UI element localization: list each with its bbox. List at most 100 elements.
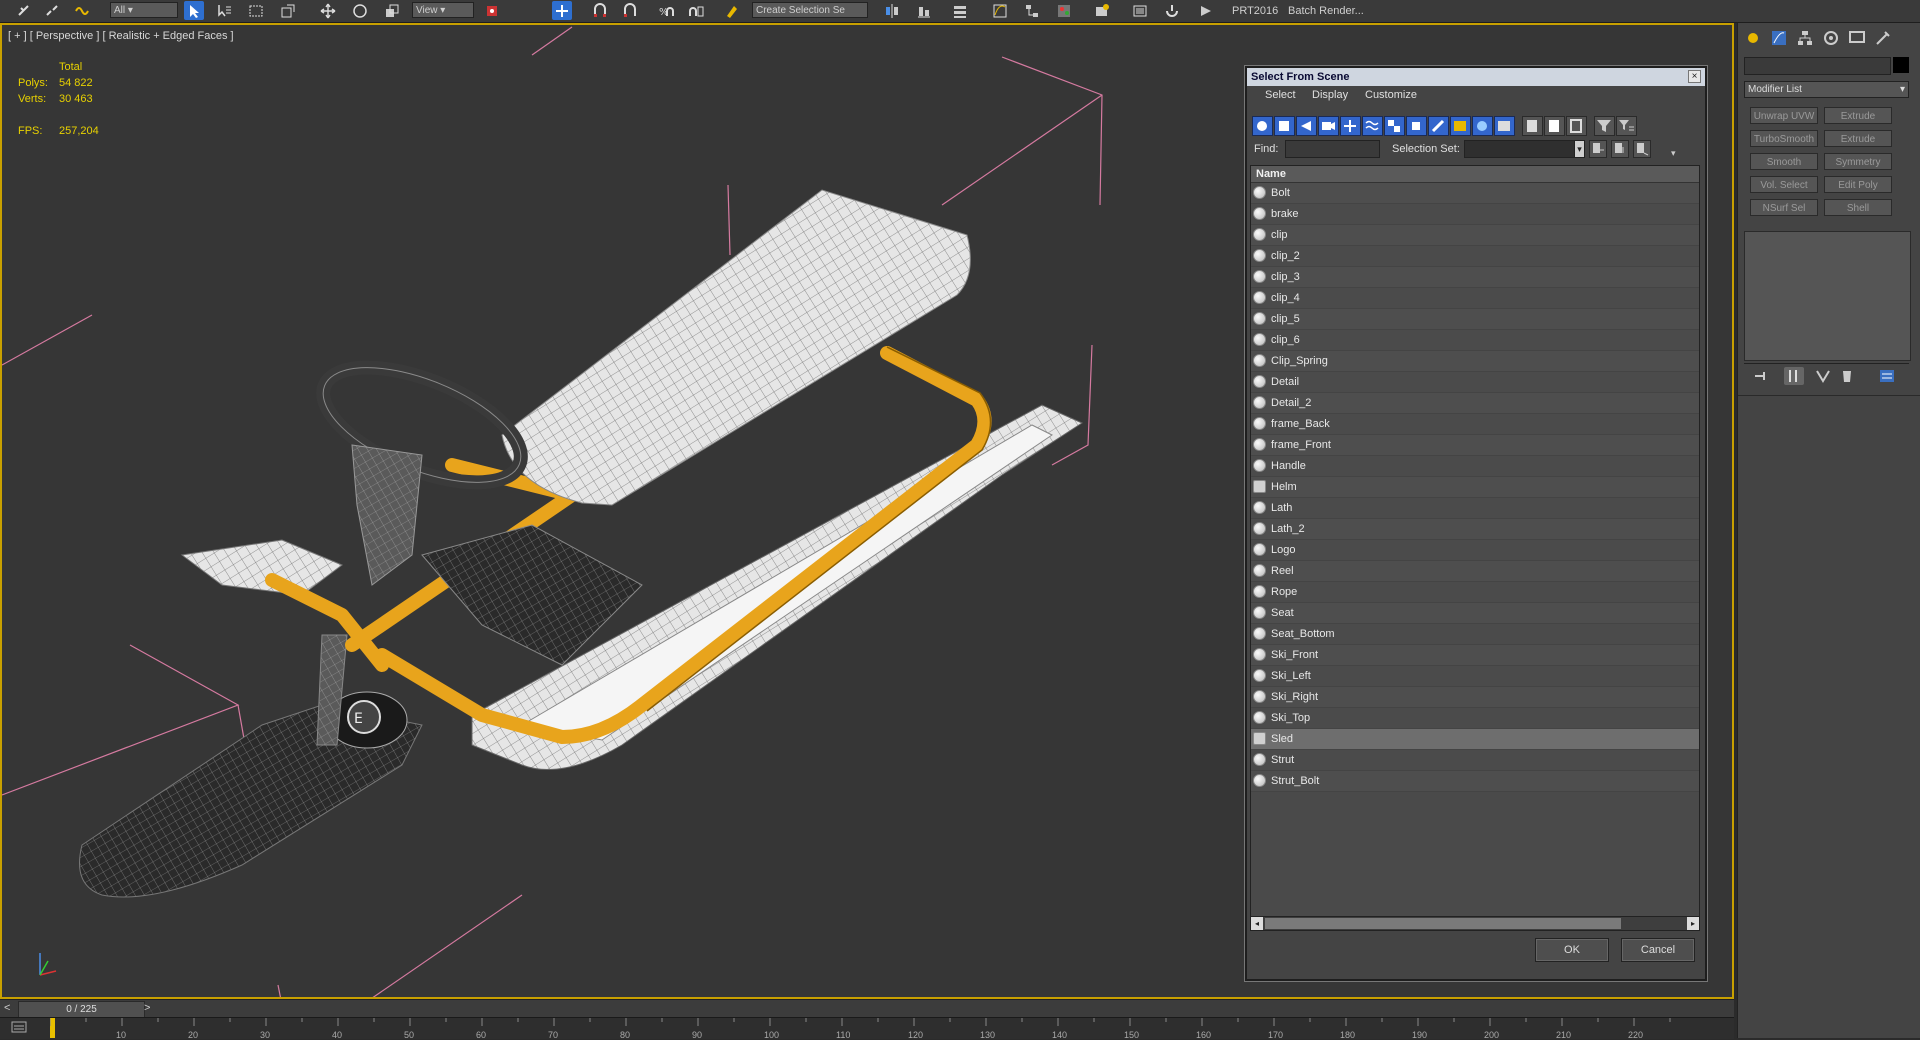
object-name-field[interactable] (1744, 57, 1891, 75)
rotate-icon[interactable] (350, 1, 370, 20)
schematic-view-icon[interactable] (1022, 1, 1042, 20)
list-item[interactable]: clip_4 (1251, 288, 1699, 309)
display-tab-icon[interactable] (1848, 29, 1868, 47)
time-next-button[interactable]: > (144, 1002, 150, 1014)
modifier-shell-button[interactable]: Shell (1824, 199, 1892, 216)
angle-snap-icon[interactable] (620, 1, 640, 20)
modifier-extrude-button[interactable]: Extrude (1824, 107, 1892, 124)
material-editor-icon[interactable] (1054, 1, 1074, 20)
modifier-smooth-button[interactable]: Smooth (1750, 153, 1818, 170)
list-item[interactable]: Clip_Spring (1251, 351, 1699, 372)
hierarchy-tab-icon[interactable] (1796, 29, 1816, 47)
utilities-tab-icon[interactable] (1874, 29, 1894, 47)
display-influences-icon[interactable] (1611, 140, 1629, 158)
ok-button[interactable]: OK (1535, 938, 1609, 962)
selection-set-combo[interactable] (1464, 140, 1580, 158)
list-item[interactable]: Lath_2 (1251, 519, 1699, 540)
batch-render-button[interactable]: Batch Render... (1284, 3, 1368, 19)
renderer-label[interactable]: PRT2016 (1228, 3, 1282, 19)
list-item[interactable]: frame_Back (1251, 414, 1699, 435)
list-item[interactable]: Rope (1251, 582, 1699, 603)
unlink-icon[interactable] (42, 1, 62, 20)
window-crossing-icon[interactable] (278, 1, 298, 20)
make-unique-icon[interactable] (1814, 367, 1834, 385)
mini-curve-editor-icon[interactable] (10, 1020, 30, 1034)
list-item[interactable]: Strut_Bolt (1251, 771, 1699, 792)
display-children-icon[interactable] (1589, 140, 1607, 158)
scale-icon[interactable] (382, 1, 402, 20)
filter-lights-icon[interactable] (1296, 116, 1317, 136)
link-icon[interactable] (14, 1, 34, 20)
cancel-button[interactable]: Cancel (1621, 938, 1695, 962)
filter-cameras-icon[interactable] (1318, 116, 1339, 136)
frame-counter[interactable]: 0 / 225 (18, 1001, 145, 1018)
list-item[interactable]: clip (1251, 225, 1699, 246)
percent-snap-icon[interactable]: % (656, 1, 676, 20)
list-item[interactable]: Helm (1251, 477, 1699, 498)
menu-select[interactable]: Select (1265, 89, 1296, 101)
render-production-icon[interactable] (1162, 1, 1182, 20)
column-header-name[interactable]: Name (1251, 166, 1699, 183)
filter-hidden-icon[interactable] (1494, 116, 1515, 136)
filter-frozen-icon[interactable] (1472, 116, 1493, 136)
dialog-close-button[interactable]: × (1688, 70, 1701, 83)
edit-named-selection-icon[interactable] (722, 1, 742, 20)
modifier-stack-list[interactable] (1744, 231, 1911, 361)
filter-funnel-icon[interactable] (1594, 116, 1615, 136)
layer-manager-icon[interactable] (950, 1, 970, 20)
bind-space-warp-icon[interactable] (72, 1, 92, 20)
named-selection-combo[interactable]: Create Selection Se (752, 2, 868, 18)
spinner-snap-icon[interactable] (686, 1, 706, 20)
filter-helpers-icon[interactable] (1340, 116, 1361, 136)
time-slider[interactable]: < 0 / 225 > (0, 999, 1734, 1018)
list-item[interactable]: Ski_Front (1251, 645, 1699, 666)
list-item[interactable]: Detail (1251, 372, 1699, 393)
modify-tab-icon[interactable] (1770, 29, 1790, 47)
create-tab-icon[interactable] (1744, 29, 1764, 47)
find-input[interactable] (1285, 140, 1380, 158)
time-prev-button[interactable]: < (4, 1002, 10, 1014)
scrollbar-thumb[interactable] (1265, 918, 1621, 929)
pin-stack-icon[interactable] (1752, 367, 1772, 385)
selection-filter-combo[interactable]: All ▾ (110, 2, 178, 18)
move-icon[interactable] (318, 1, 338, 20)
pivot-center-icon[interactable] (482, 1, 502, 20)
display-dependents-icon[interactable] (1633, 140, 1651, 158)
modifier-nsurf-sel-button[interactable]: NSurf Sel (1750, 199, 1818, 216)
object-color-swatch[interactable] (1893, 57, 1909, 73)
select-object-icon[interactable] (184, 1, 204, 20)
modifier-turbosmooth-button[interactable]: TurboSmooth (1750, 130, 1818, 147)
selection-set-dropdown-arrow[interactable]: ▾ (1574, 140, 1585, 158)
list-item[interactable]: clip_6 (1251, 330, 1699, 351)
filter-options-icon[interactable] (1616, 116, 1637, 136)
align-icon[interactable] (914, 1, 934, 20)
menu-display[interactable]: Display (1312, 89, 1348, 101)
snap-toggle-icon[interactable] (590, 1, 610, 20)
reference-coordinate-combo[interactable]: View ▾ (412, 2, 474, 18)
list-item[interactable]: Handle (1251, 456, 1699, 477)
curve-editor-icon[interactable] (990, 1, 1010, 20)
select-none-icon[interactable] (1544, 116, 1565, 136)
modifier-vol-select-button[interactable]: Vol. Select (1750, 176, 1818, 193)
filter-groups-icon[interactable] (1384, 116, 1405, 136)
list-item[interactable]: clip_5 (1251, 309, 1699, 330)
scroll-left-icon[interactable]: ◂ (1251, 917, 1263, 930)
scroll-right-icon[interactable]: ▸ (1687, 917, 1699, 930)
list-item[interactable]: brake (1251, 204, 1699, 225)
list-item[interactable]: Lath (1251, 498, 1699, 519)
filter-containers-icon[interactable] (1450, 116, 1471, 136)
filter-geometry-icon[interactable] (1252, 116, 1273, 136)
list-item[interactable]: Ski_Left (1251, 666, 1699, 687)
list-item[interactable]: clip_3 (1251, 267, 1699, 288)
render-iterative-icon[interactable] (1196, 1, 1216, 20)
modifier-symmetry-button[interactable]: Symmetry (1824, 153, 1892, 170)
list-item[interactable]: Seat_Bottom (1251, 624, 1699, 645)
list-item[interactable]: Ski_Right (1251, 687, 1699, 708)
list-item[interactable]: Logo (1251, 540, 1699, 561)
list-item[interactable]: Bolt (1251, 183, 1699, 204)
rendered-frame-window-icon[interactable] (1130, 1, 1150, 20)
filter-space-warps-icon[interactable] (1362, 116, 1383, 136)
modifier-edit-poly-button[interactable]: Edit Poly (1824, 176, 1892, 193)
show-end-result-icon[interactable] (1784, 367, 1804, 385)
select-by-name-icon[interactable] (214, 1, 234, 20)
